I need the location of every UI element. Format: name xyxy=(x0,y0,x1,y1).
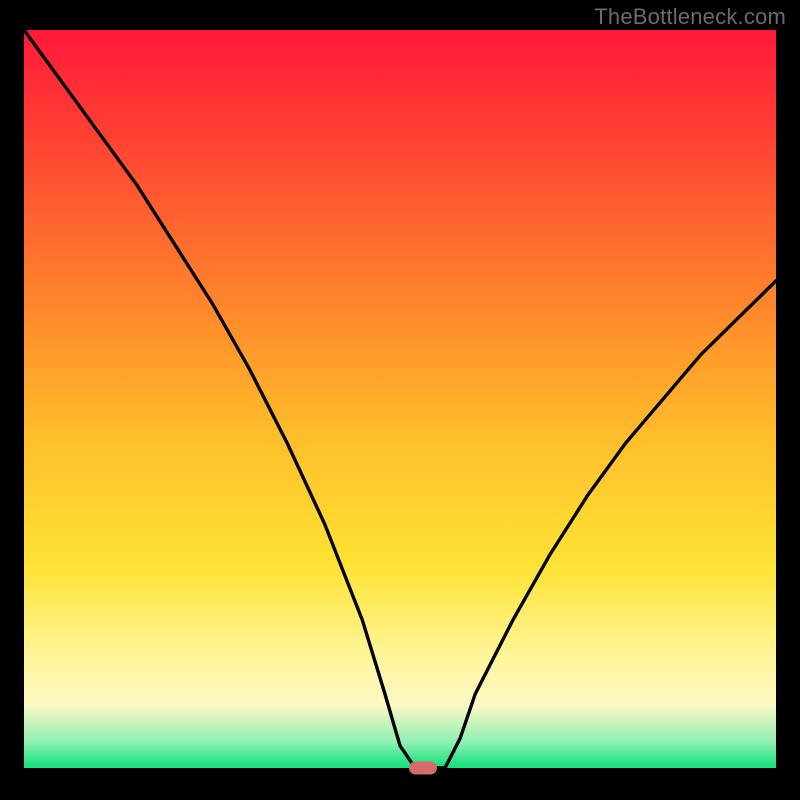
plot-frame xyxy=(24,30,776,776)
bottleneck-curve xyxy=(24,30,776,776)
chart-container: TheBottleneck.com xyxy=(0,0,800,800)
minimum-marker xyxy=(409,761,437,774)
watermark-text: TheBottleneck.com xyxy=(594,4,786,30)
plot-area xyxy=(24,30,776,776)
